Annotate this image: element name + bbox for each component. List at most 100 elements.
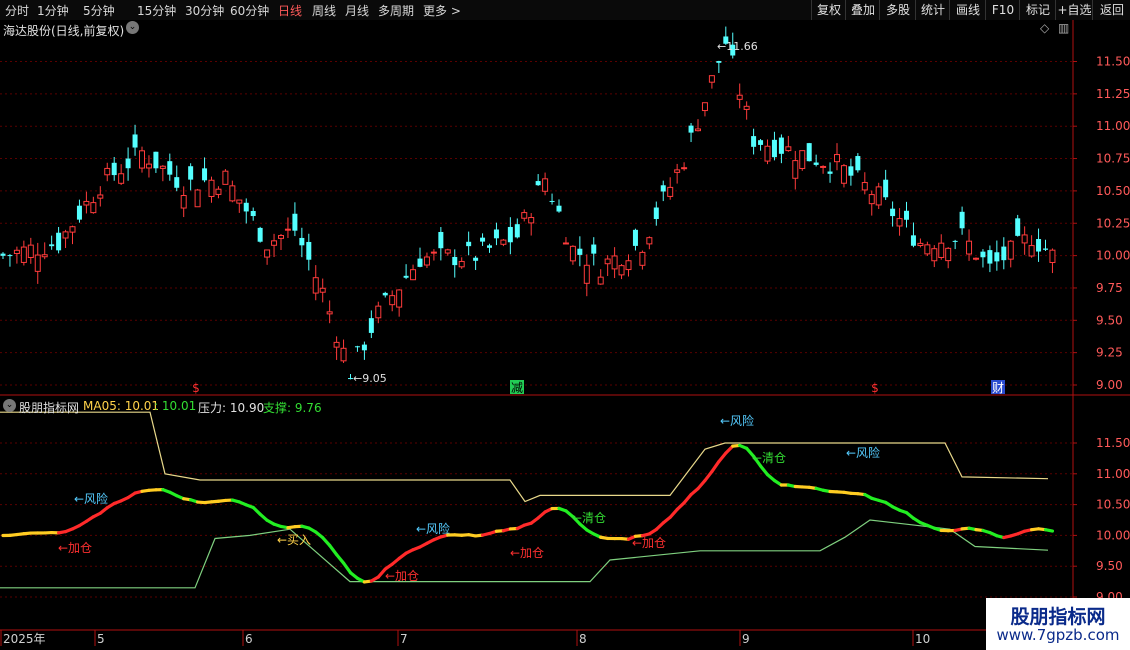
candle-body <box>681 167 688 170</box>
candle-body <box>1043 248 1048 250</box>
candle-body <box>708 75 715 83</box>
indicator-axis-label: 10.50 <box>1096 498 1130 512</box>
candle-body <box>994 252 1000 262</box>
candle-body <box>890 208 896 217</box>
indicator-dropdown-icon[interactable]: ⌄ <box>3 399 16 412</box>
candle-body <box>785 146 792 152</box>
price-axis-label: 9.25 <box>1096 346 1123 360</box>
candle-body <box>174 177 180 188</box>
candle-body <box>625 260 632 271</box>
title-dropdown-icon[interactable]: ⌄ <box>126 21 139 34</box>
candle-body <box>76 205 82 220</box>
price-axis-label: 11.00 <box>1096 119 1130 133</box>
candle-body <box>528 217 535 224</box>
candle-body <box>340 347 347 362</box>
stock-title: 海达股份(日线,前复权) <box>3 24 125 38</box>
candle-body <box>56 232 62 251</box>
candle-body <box>487 245 492 248</box>
candle-body <box>966 240 973 255</box>
pressure-label: 压力: 10.90 <box>198 401 265 415</box>
candle-body <box>904 210 909 220</box>
candle-body <box>194 189 201 208</box>
candle-body <box>208 179 215 197</box>
signal-annotation: ←加仓 <box>385 569 419 583</box>
candle-body <box>257 227 263 242</box>
candle-body <box>480 237 486 242</box>
time-axis-label: 10 <box>915 632 930 646</box>
candle-body <box>167 161 173 175</box>
signal-annotation: ←清仓 <box>572 511 606 525</box>
candle-body <box>49 244 55 247</box>
candle-body <box>118 173 125 184</box>
price-axis-label: 10.00 <box>1096 249 1130 263</box>
price-axis-label: 9.00 <box>1096 378 1123 392</box>
price-axis-label: 10.25 <box>1096 216 1130 230</box>
candle-body <box>1028 245 1035 257</box>
candle-body <box>792 160 799 179</box>
candle-body <box>569 245 576 262</box>
candle-body <box>153 151 159 169</box>
candle-body <box>514 224 520 238</box>
candle-body <box>604 258 611 265</box>
candle-body <box>361 344 367 351</box>
candle-body <box>111 162 117 176</box>
candle-body <box>125 158 131 169</box>
candle-body <box>1021 234 1028 244</box>
candle-body <box>577 248 583 255</box>
candle-body <box>562 242 569 245</box>
candle-body <box>326 311 333 315</box>
time-axis-label: 9 <box>742 632 750 646</box>
candle-body <box>396 289 403 308</box>
candle-body <box>417 258 423 267</box>
event-marker: $ <box>192 381 200 395</box>
price-axis-label: 11.50 <box>1096 55 1130 69</box>
candle-body <box>430 251 437 254</box>
candle-body <box>375 305 382 319</box>
candle-body <box>764 145 771 162</box>
candle-body <box>840 165 847 184</box>
indicator-axis-label: 11.50 <box>1096 436 1130 450</box>
candle-body <box>264 249 271 258</box>
signal-annotation: ←风险 <box>720 413 754 428</box>
diamond-icon[interactable]: ◇ <box>1040 21 1049 35</box>
candle-body <box>917 242 924 247</box>
candle-body <box>180 195 187 209</box>
candle-body <box>403 275 409 278</box>
candle-body <box>597 276 604 285</box>
candle-body <box>500 239 507 245</box>
candle-body <box>910 235 916 246</box>
candle-body <box>556 205 562 212</box>
ma05-value2: : 10.01 <box>154 399 197 413</box>
chart-canvas[interactable]: 11.50 11.25 11.00 10.75 10.50 10.25 10.00 9.75 9… <box>0 0 1130 650</box>
signal-annotation: ←风险 <box>74 491 108 506</box>
candle-body <box>423 256 430 266</box>
time-axis-label: 6 <box>245 632 253 646</box>
candle-body <box>660 185 666 192</box>
candle-body <box>758 140 764 145</box>
high-price-label: ←11.66 <box>717 40 758 53</box>
candle-body <box>674 169 681 173</box>
candle-body <box>410 269 417 281</box>
signal-annotation: ←加仓 <box>510 546 544 560</box>
time-axis-label: 7 <box>400 632 408 646</box>
candle-body <box>1015 218 1021 236</box>
candle-body <box>34 254 41 272</box>
candle-body <box>632 229 638 246</box>
candle-body <box>924 244 931 255</box>
candle-body <box>368 318 374 333</box>
candle-body <box>701 102 708 112</box>
candle-body <box>27 244 34 259</box>
candle-body <box>20 246 27 263</box>
candle-body <box>493 229 499 239</box>
panel-toggle-icon[interactable]: ▥ <box>1058 21 1069 35</box>
price-axis-label: 10.75 <box>1096 152 1130 166</box>
candle-body <box>1049 249 1056 263</box>
candle-body <box>62 231 69 239</box>
candle-body <box>90 202 97 214</box>
candle-body <box>549 200 555 202</box>
time-axis-label: 8 <box>579 632 587 646</box>
candle-body <box>973 257 979 260</box>
candle-body <box>299 237 305 246</box>
candle-body <box>284 228 291 231</box>
candle-body <box>813 162 819 165</box>
